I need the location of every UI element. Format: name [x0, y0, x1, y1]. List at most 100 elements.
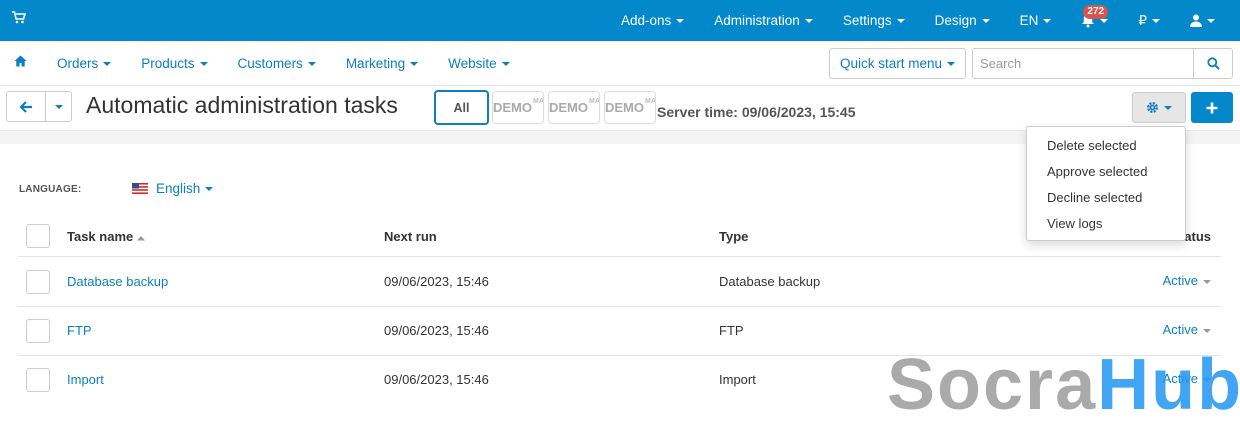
chevron-down-icon [947, 61, 956, 66]
title-bar: Automatic administration tasks All DEMO M… [0, 87, 1240, 129]
arrow-left-icon [19, 100, 32, 113]
plus-icon [1206, 102, 1218, 113]
chevron-down-icon [410, 62, 419, 67]
actions-dropdown: Delete selected Approve selected Decline… [1026, 126, 1186, 241]
topnav-addons-label: Add-ons [620, 13, 672, 28]
currency-label: ₽ [1138, 12, 1147, 28]
language-selector[interactable]: English [132, 181, 214, 196]
status-dropdown[interactable]: Active [1163, 273, 1211, 288]
back-history-dropdown[interactable] [45, 91, 72, 122]
column-task-name[interactable]: Task name [67, 229, 145, 244]
filter-demo-2[interactable]: DEMO MA [548, 91, 600, 124]
chevron-down-icon [103, 62, 112, 67]
nav-products[interactable]: Products [126, 56, 222, 71]
column-task-name-label: Task name [67, 229, 134, 244]
sort-asc-icon [136, 235, 145, 241]
notifications-badge: 272 [1083, 5, 1109, 19]
nav-website[interactable]: Website [433, 56, 525, 71]
filter-demo-1[interactable]: DEMO MA [492, 91, 544, 124]
main-nav-menu: Orders Products Customers Marketing Webs… [42, 41, 525, 86]
task-name-link[interactable]: FTP [67, 323, 92, 338]
nav-orders[interactable]: Orders [42, 56, 126, 71]
filter-demo-label: DEMO [605, 100, 644, 115]
quick-start-menu-button[interactable]: Quick start menu [829, 48, 966, 79]
menu-decline-selected[interactable]: Decline selected [1027, 185, 1185, 211]
home-icon[interactable] [14, 55, 27, 70]
search-input[interactable] [972, 48, 1193, 79]
row-checkbox[interactable] [26, 368, 50, 392]
chevron-down-icon [501, 62, 510, 67]
chevron-down-icon [199, 62, 208, 67]
language-label: LANGUAGE: [19, 184, 82, 195]
chevron-down-icon [676, 18, 685, 23]
chevron-down-icon [205, 186, 214, 191]
filter-demo-label: DEMO [549, 100, 588, 115]
chevron-down-icon [307, 62, 316, 67]
page-title: Automatic administration tasks [86, 92, 398, 118]
watermark-part1: Socra [887, 345, 1098, 425]
column-type[interactable]: Type [719, 229, 748, 244]
menu-approve-selected[interactable]: Approve selected [1027, 159, 1185, 185]
table-row: Database backup 09/06/2023, 15:46 Databa… [18, 258, 1221, 307]
type-value: Database backup [719, 274, 821, 289]
filter-all-button[interactable]: All [434, 90, 489, 125]
filter-demo-3[interactable]: DEMO MA [604, 91, 656, 124]
topnav-design[interactable]: Design [920, 0, 1005, 41]
chevron-down-icon [1207, 18, 1215, 23]
language-value: English [156, 181, 201, 196]
gear-icon [1146, 101, 1159, 114]
top-bar: Add-ons Administration Settings Design E… [0, 0, 1240, 41]
nav-marketing[interactable]: Marketing [331, 56, 433, 71]
chevron-down-icon [981, 18, 990, 23]
task-name-link[interactable]: Database backup [67, 274, 168, 289]
chevron-down-icon [1043, 18, 1052, 23]
us-flag-icon [132, 183, 148, 194]
topnav-settings-label: Settings [842, 13, 892, 28]
menu-view-logs[interactable]: View logs [1027, 211, 1185, 237]
topnav-addons[interactable]: Add-ons [606, 0, 699, 41]
filter-demo-label: DEMO [493, 100, 532, 115]
settings-actions-button[interactable] [1132, 92, 1186, 123]
back-button[interactable] [6, 91, 46, 122]
server-time: Server time: 09/06/2023, 15:45 [657, 104, 856, 120]
user-menu[interactable] [1175, 0, 1240, 41]
cart-icon[interactable] [12, 11, 27, 27]
add-task-button[interactable] [1191, 92, 1233, 123]
next-run-value: 09/06/2023, 15:46 [384, 372, 489, 387]
search-button[interactable] [1193, 48, 1233, 79]
topnav-language-label: EN [1019, 13, 1039, 28]
type-value: FTP [719, 323, 744, 338]
row-checkbox[interactable] [26, 319, 50, 343]
chevron-down-icon [896, 18, 905, 23]
menu-delete-selected[interactable]: Delete selected [1027, 133, 1185, 159]
topnav-administration[interactable]: Administration [699, 0, 828, 41]
next-run-value: 09/06/2023, 15:46 [384, 323, 489, 338]
nav-marketing-label: Marketing [345, 56, 406, 71]
filter-demo-sub: MA [589, 98, 600, 105]
notifications-button[interactable]: 272 [1066, 0, 1123, 41]
nav-products-label: Products [141, 56, 195, 71]
topnav-settings[interactable]: Settings [828, 0, 920, 41]
topnav-design-label: Design [934, 13, 977, 28]
status-dropdown[interactable]: Active [1163, 322, 1211, 337]
row-checkbox[interactable] [26, 270, 50, 294]
task-name-link[interactable]: Import [67, 372, 104, 387]
top-nav: Add-ons Administration Settings Design E… [606, 0, 1240, 41]
nav-customers[interactable]: Customers [223, 56, 331, 71]
nav-customers-label: Customers [237, 56, 303, 71]
column-next-run[interactable]: Next run [384, 229, 437, 244]
search-icon [1206, 57, 1220, 70]
currency-selector[interactable]: ₽ [1123, 0, 1175, 41]
status-value: Active [1162, 322, 1198, 337]
nav-orders-label: Orders [57, 56, 99, 71]
nav-website-label: Website [448, 56, 497, 71]
socrahub-watermark: SocraHub [887, 349, 1240, 421]
topnav-administration-label: Administration [714, 13, 800, 28]
select-all-checkbox[interactable] [26, 224, 50, 248]
chevron-down-icon [1152, 18, 1160, 23]
chevron-down-icon [1164, 105, 1172, 110]
chevron-down-icon [1203, 328, 1211, 333]
status-value: Active [1162, 273, 1198, 288]
type-value: Import [719, 372, 756, 387]
topnav-language[interactable]: EN [1005, 0, 1067, 41]
